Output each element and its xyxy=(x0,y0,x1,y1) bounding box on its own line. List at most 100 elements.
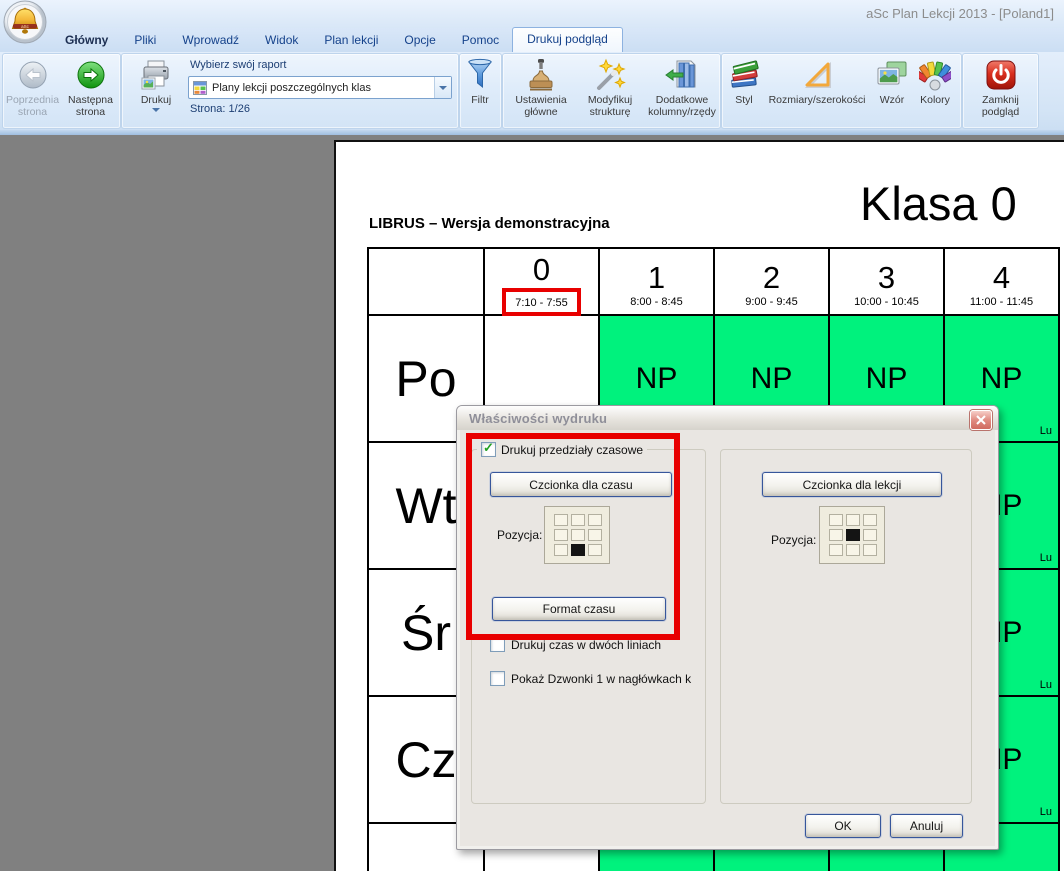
ribbon-group-navigation: Poprzednia strona Następna strona xyxy=(2,53,121,129)
magic-wand-icon xyxy=(593,56,627,94)
lesson-corner-label: Lu xyxy=(1040,425,1052,437)
position-cell[interactable] xyxy=(829,529,843,541)
period-header-0: 0 7:10 - 7:55 xyxy=(485,249,600,316)
lesson-code: NP xyxy=(981,362,1023,396)
period-header-4: 4 11:00 - 11:45 xyxy=(945,249,1060,316)
report-combobox-value: Plany lekcji poszczególnych klas xyxy=(212,82,434,94)
ribbon-tab-strip: Główny Pliki Wprowadź Widok Plan lekcji … xyxy=(0,28,1064,52)
report-combobox[interactable]: Plany lekcji poszczególnych klas xyxy=(188,76,452,99)
lesson-position-grid xyxy=(819,506,885,564)
next-page-button[interactable]: Następna strona xyxy=(62,56,119,119)
position-cell[interactable] xyxy=(846,514,860,526)
close-preview-button[interactable]: Zamknij podgląd xyxy=(966,56,1035,119)
main-settings-button[interactable]: Ustawienia główne xyxy=(509,56,573,119)
pattern-label: Wzór xyxy=(880,94,905,106)
ok-button[interactable]: OK xyxy=(805,814,881,838)
sizes-label: Rozmiary/szerokości xyxy=(769,94,866,106)
dialog-close-button[interactable] xyxy=(970,410,992,430)
pattern-images-icon xyxy=(876,56,908,94)
period-time: 7:10 - 7:55 xyxy=(515,297,568,309)
modify-structure-button[interactable]: Modyfikuj strukturę xyxy=(575,56,645,119)
annotation-red-box xyxy=(466,433,680,640)
position-cell[interactable] xyxy=(863,529,877,541)
style-button[interactable]: Styl xyxy=(725,56,763,106)
app-window: aSc Plan Lekcji 2013 - [Poland1] aSc Głó… xyxy=(0,0,1064,871)
lesson-corner-label: Lu xyxy=(1040,806,1052,818)
position-cell[interactable] xyxy=(846,544,860,556)
colors-palette-icon xyxy=(919,56,951,94)
period-header-3: 3 10:00 - 10:45 xyxy=(830,249,945,316)
ribbon-group-print: Drukuj Wybierz swój raport Plany lekcji … xyxy=(121,53,459,129)
period-number: 3 xyxy=(878,262,895,293)
lesson-code: NP xyxy=(866,362,908,396)
window-title: aSc Plan Lekcji 2013 - [Poland1] xyxy=(866,6,1054,21)
tab-widok[interactable]: Widok xyxy=(252,29,311,52)
lesson-corner-label: Lu xyxy=(1040,679,1052,691)
main-settings-label: Ustawienia główne xyxy=(509,94,573,119)
dialog-title: Właściwości wydruku xyxy=(469,411,607,426)
previous-page-label: Poprzednia strona xyxy=(4,94,61,119)
tab-pomoc[interactable]: Pomoc xyxy=(449,29,512,52)
period-time: 11:00 - 11:45 xyxy=(970,296,1033,308)
print-label: Drukuj xyxy=(141,94,171,106)
lesson-corner-label: Lu xyxy=(1040,552,1052,564)
period-header-1: 1 8:00 - 8:45 xyxy=(600,249,715,316)
position-cell[interactable] xyxy=(829,514,843,526)
colors-label: Kolory xyxy=(920,94,950,106)
power-icon xyxy=(985,56,1017,94)
page-status: Strona: 1/26 xyxy=(190,103,250,115)
annotation-time-highlight: 7:10 - 7:55 xyxy=(502,288,581,316)
tab-pliki[interactable]: Pliki xyxy=(121,29,169,52)
bells-checkbox[interactable] xyxy=(490,671,505,686)
tab-drukuj-podglad[interactable]: Drukuj podgląd xyxy=(512,27,623,52)
position-cell[interactable] xyxy=(846,529,860,541)
tab-opcje[interactable]: Opcje xyxy=(391,29,448,52)
report-combobox-dropdown[interactable] xyxy=(434,77,451,98)
period-time: 10:00 - 10:45 xyxy=(854,296,919,308)
lesson-font-button[interactable]: Czcionka dla lekcji xyxy=(762,472,942,497)
tab-wprowadz[interactable]: Wprowadź xyxy=(169,29,252,52)
print-dropdown-caret-icon xyxy=(152,108,160,112)
print-properties-dialog: Właściwości wydruku Drukuj przedziały cz… xyxy=(456,405,999,850)
filter-button[interactable]: Filtr xyxy=(462,56,498,106)
close-icon xyxy=(976,415,986,425)
style-label: Styl xyxy=(735,94,753,106)
tab-plan-lekcji[interactable]: Plan lekcji xyxy=(311,29,391,52)
asc-logo-icon[interactable]: aSc xyxy=(2,0,48,46)
report-picker-label: Wybierz swój raport xyxy=(190,59,286,71)
ribbon-group-filter: Filtr xyxy=(459,53,502,129)
dialog-title-bar[interactable]: Właściwości wydruku xyxy=(457,406,998,430)
lesson-code: NP xyxy=(751,362,793,396)
period-number: 4 xyxy=(993,262,1010,293)
colors-button[interactable]: Kolory xyxy=(913,56,957,106)
next-arrow-icon xyxy=(76,56,106,94)
extra-columns-button[interactable]: Dodatkowe kolumny/rzędy xyxy=(647,56,717,119)
previous-page-button[interactable]: Poprzednia strona xyxy=(4,56,61,119)
sizes-button[interactable]: Rozmiary/szerokości xyxy=(763,56,871,106)
position-cell[interactable] xyxy=(863,514,877,526)
bells-checkbox-row: Pokaż Dzwonki 1 w nagłówkach k xyxy=(490,671,691,686)
tab-glowny[interactable]: Główny xyxy=(52,29,121,52)
pattern-button[interactable]: Wzór xyxy=(871,56,913,106)
prev-arrow-icon xyxy=(18,56,48,94)
period-number: 2 xyxy=(763,262,780,293)
svg-text:aSc: aSc xyxy=(21,24,30,29)
period-time: 8:00 - 8:45 xyxy=(630,296,683,308)
sizes-triangle-icon xyxy=(801,56,833,94)
position-cell[interactable] xyxy=(829,544,843,556)
lesson-group-box xyxy=(720,449,972,804)
modify-structure-label: Modyfikuj strukturę xyxy=(575,94,645,119)
filter-label: Filtr xyxy=(471,94,489,106)
next-page-label: Następna strona xyxy=(62,94,119,119)
page-subtitle: LIBRUS – Wersja demonstracyjna xyxy=(369,215,610,232)
period-number: 0 xyxy=(533,254,550,285)
position-cell[interactable] xyxy=(863,544,877,556)
report-type-icon xyxy=(193,81,207,95)
cancel-button[interactable]: Anuluj xyxy=(890,814,963,838)
print-button[interactable]: Drukuj xyxy=(130,56,182,112)
lesson-code: NP xyxy=(636,362,678,396)
extra-columns-label: Dodatkowe kolumny/rzędy xyxy=(647,94,717,119)
ribbon: Poprzednia strona Następna strona xyxy=(0,52,1064,135)
timetable-corner-cell xyxy=(369,249,485,316)
printer-icon xyxy=(139,56,173,94)
